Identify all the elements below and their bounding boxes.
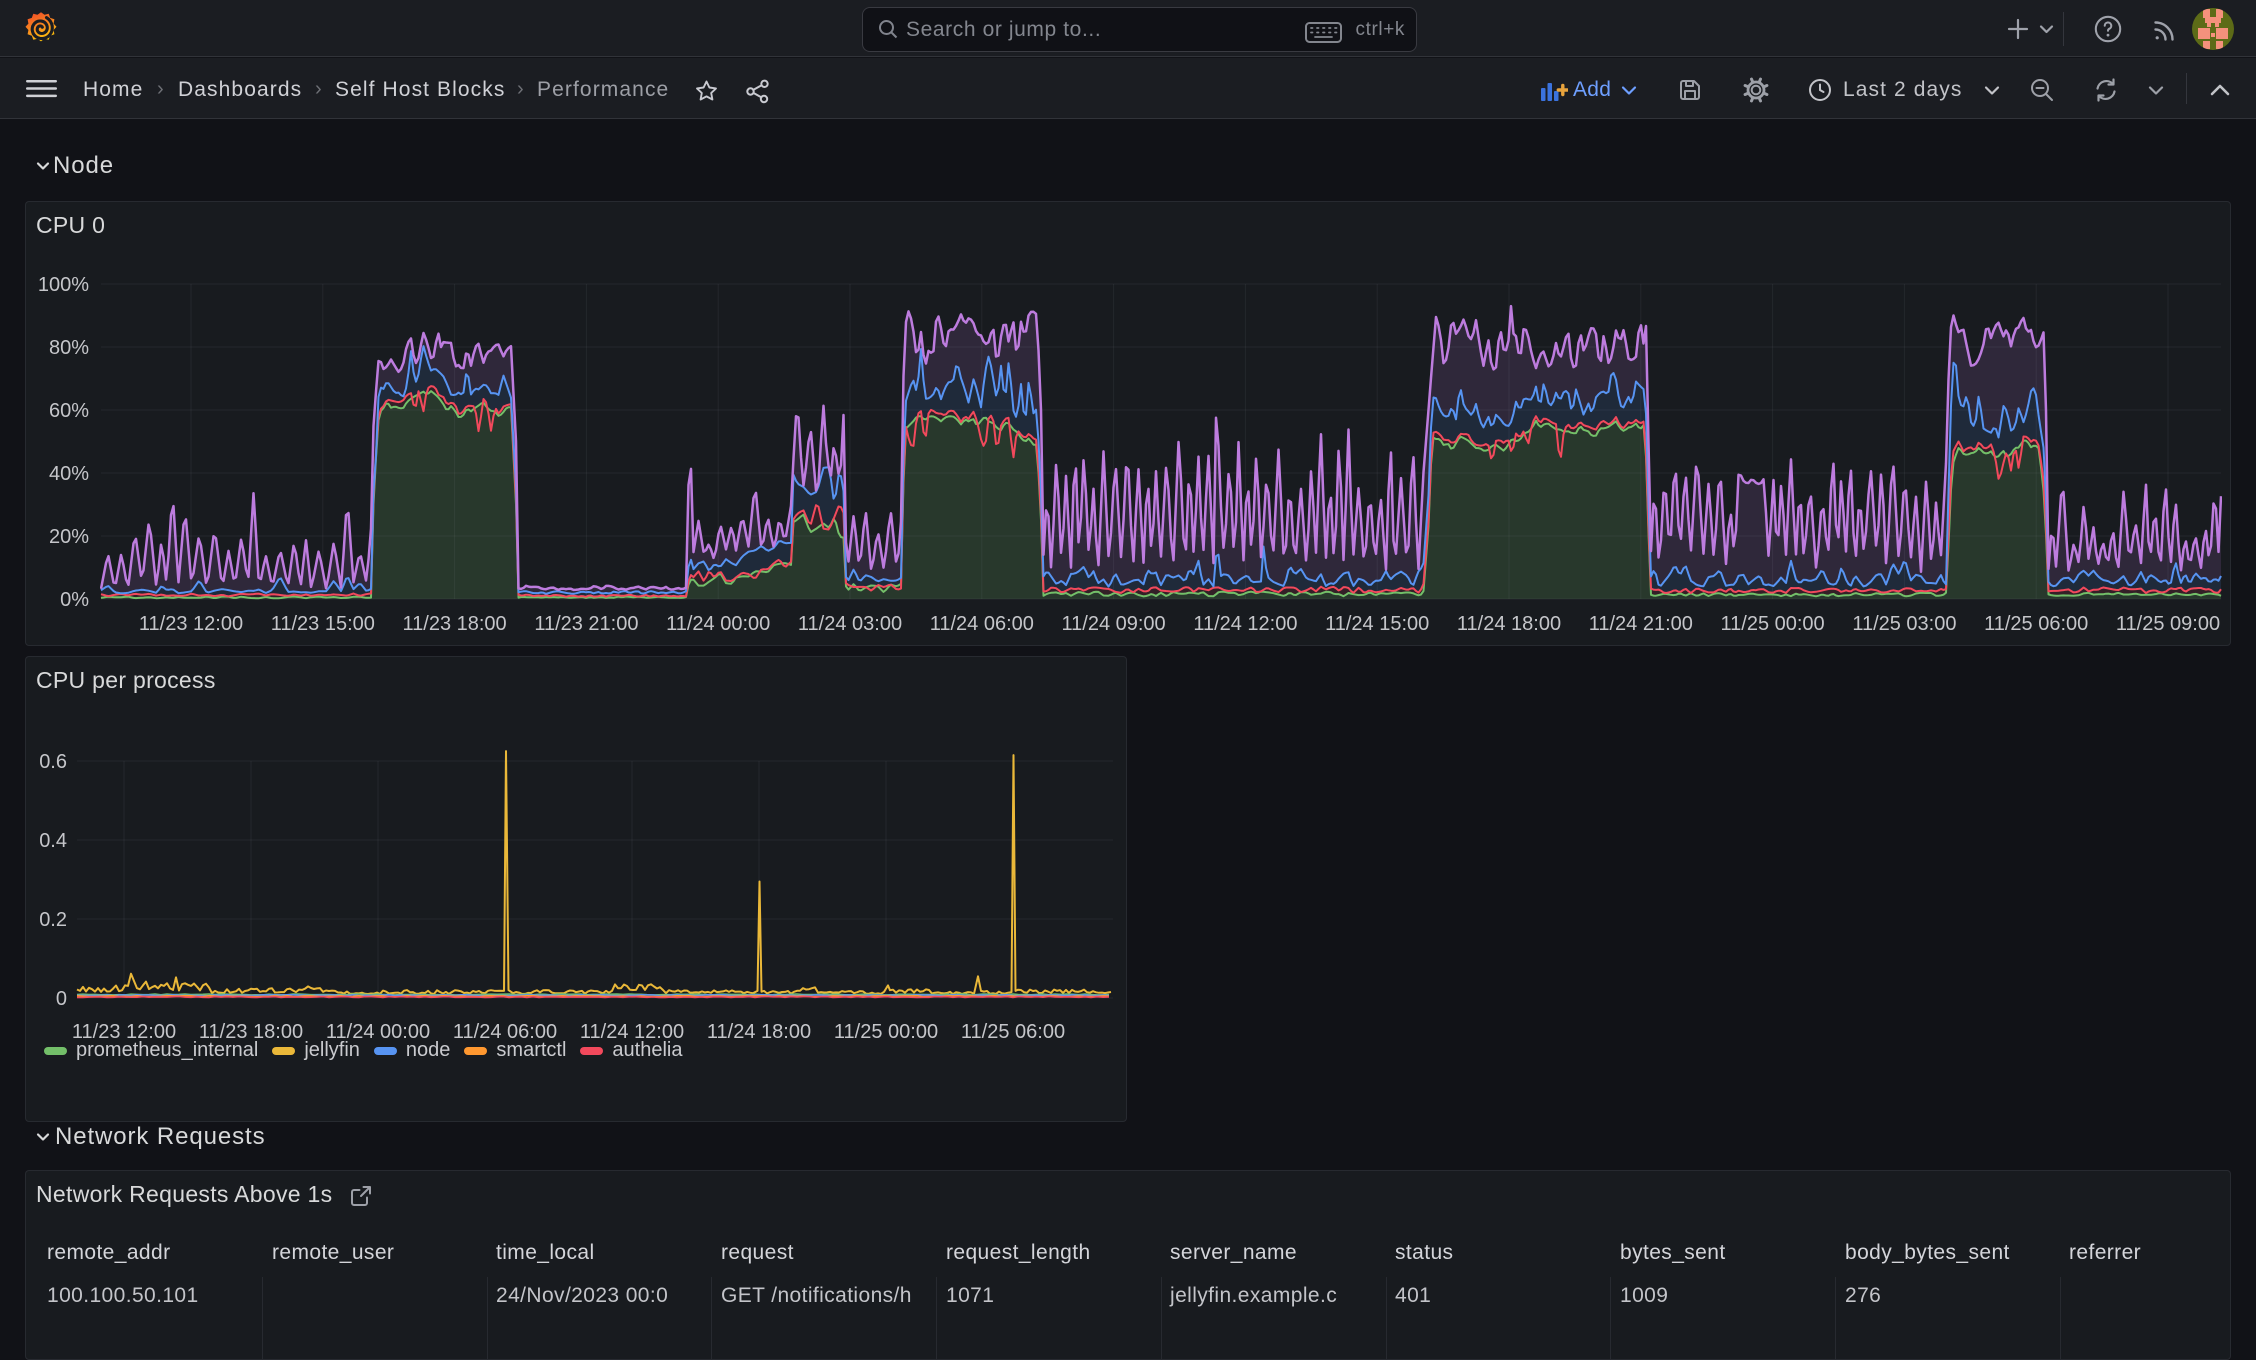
svg-text:0.4: 0.4 [39, 830, 67, 852]
svg-text:11/25 03:00: 11/25 03:00 [1852, 613, 1956, 635]
svg-text:0.2: 0.2 [39, 909, 67, 931]
svg-text:11/25 00:00: 11/25 00:00 [834, 1021, 938, 1043]
svg-text:11/25 06:00: 11/25 06:00 [961, 1021, 1065, 1043]
svg-text:11/24 18:00: 11/24 18:00 [707, 1021, 811, 1043]
svg-text:11/23 21:00: 11/23 21:00 [534, 613, 638, 635]
svg-text:11/24 03:00: 11/24 03:00 [798, 613, 902, 635]
svg-text:40%: 40% [49, 463, 89, 485]
svg-text:11/25 09:00: 11/25 09:00 [2116, 613, 2220, 635]
svg-text:11/24 06:00: 11/24 06:00 [930, 613, 1034, 635]
svg-text:11/24 18:00: 11/24 18:00 [1457, 613, 1561, 635]
svg-text:60%: 60% [49, 400, 89, 422]
svg-text:80%: 80% [49, 337, 89, 359]
svg-text:20%: 20% [49, 526, 89, 548]
svg-text:11/24 00:00: 11/24 00:00 [666, 613, 770, 635]
svg-text:0%: 0% [60, 589, 89, 611]
svg-text:11/23 15:00: 11/23 15:00 [271, 613, 375, 635]
svg-text:11/24 21:00: 11/24 21:00 [1589, 613, 1693, 635]
svg-text:11/24 09:00: 11/24 09:00 [1062, 613, 1166, 635]
svg-text:11/25 00:00: 11/25 00:00 [1721, 613, 1825, 635]
svg-text:0: 0 [56, 988, 67, 1010]
svg-text:11/25 06:00: 11/25 06:00 [1984, 613, 2088, 635]
svg-text:11/23 18:00: 11/23 18:00 [403, 613, 507, 635]
svg-text:11/24 12:00: 11/24 12:00 [1193, 613, 1297, 635]
svg-text:100%: 100% [38, 274, 89, 296]
svg-text:11/23 12:00: 11/23 12:00 [139, 613, 243, 635]
svg-text:11/24 15:00: 11/24 15:00 [1325, 613, 1429, 635]
svg-text:0.6: 0.6 [39, 751, 67, 773]
